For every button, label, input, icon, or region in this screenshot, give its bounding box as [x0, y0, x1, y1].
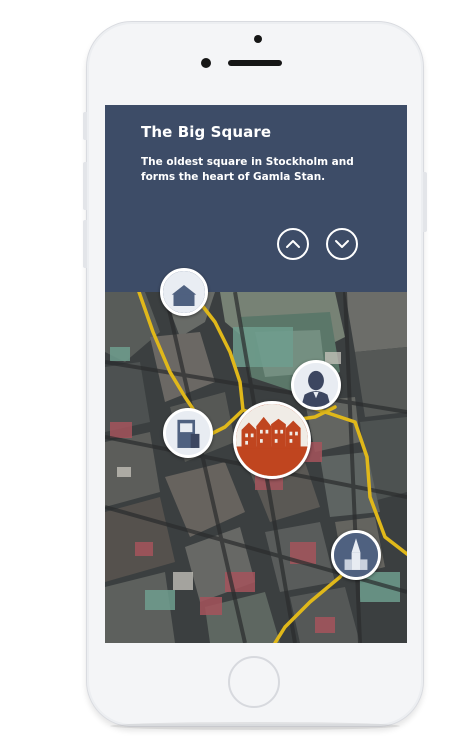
- chevron-down-icon: [335, 240, 349, 248]
- app-screen: The Big Square The oldest square in Stoc…: [105, 105, 407, 643]
- church-icon: [334, 533, 378, 577]
- poi-marker-church[interactable]: [331, 530, 381, 580]
- poi-title: The Big Square: [141, 123, 272, 141]
- sensor-dot: [201, 58, 211, 68]
- poi-info-panel: The Big Square The oldest square in Stoc…: [105, 105, 407, 292]
- volume-down-button: [83, 220, 87, 268]
- camera-icon: [254, 35, 262, 43]
- satellite-map[interactable]: [105, 268, 407, 643]
- earpiece-speaker: [228, 60, 282, 66]
- phone-shadow: [110, 722, 400, 730]
- home-button[interactable]: [228, 656, 280, 708]
- mute-switch: [83, 112, 87, 140]
- facades-icon: [236, 404, 308, 476]
- poi-marker-top[interactable]: [160, 268, 208, 316]
- poi-marker-big-square[interactable]: [233, 401, 311, 479]
- poi-marker-monument[interactable]: [163, 408, 213, 458]
- poi-marker-portrait[interactable]: [291, 360, 341, 410]
- building-icon: [163, 271, 205, 313]
- monument-icon: [166, 411, 210, 455]
- chevron-up-icon: [286, 240, 300, 248]
- power-button: [423, 172, 427, 232]
- previous-poi-button[interactable]: [277, 228, 309, 260]
- poi-description: The oldest square in Stockholm and forms…: [141, 156, 354, 183]
- next-poi-button[interactable]: [326, 228, 358, 260]
- volume-up-button: [83, 162, 87, 210]
- portrait-icon: [294, 363, 338, 407]
